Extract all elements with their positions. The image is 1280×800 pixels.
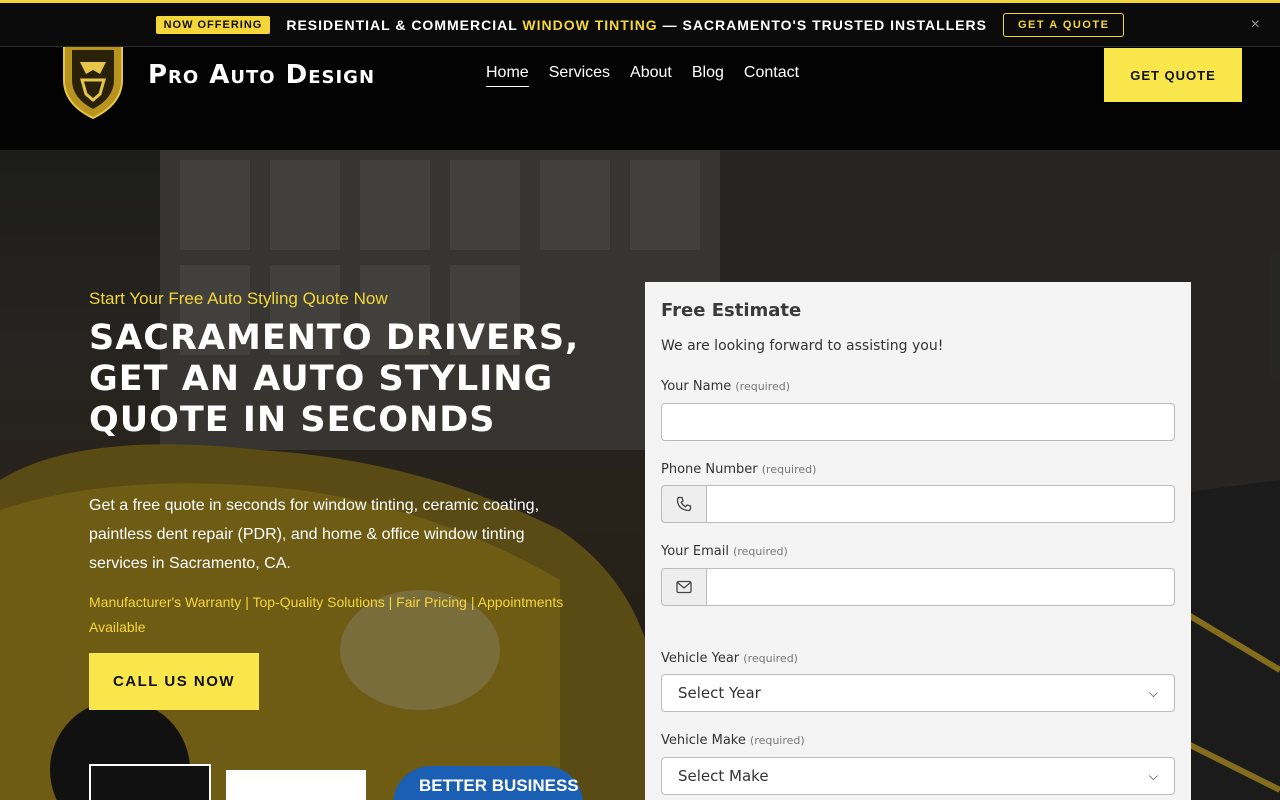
chevron-down-icon: ⌵	[1148, 768, 1158, 783]
form-subtitle: We are looking forward to assisting you!	[661, 338, 944, 354]
hero-perks: Manufacturer's Warranty | Top-Quality So…	[89, 594, 564, 635]
year-label-text: Vehicle Year	[661, 651, 740, 666]
required-tag: (required)	[743, 652, 798, 665]
form-title: Free Estimate	[661, 300, 802, 321]
nav-about[interactable]: About	[630, 64, 672, 87]
bbb-badge: BETTER BUSINESS	[393, 766, 583, 800]
logo-shield-icon[interactable]	[60, 40, 126, 120]
year-label: Vehicle Year (required)	[661, 651, 798, 666]
announcement-bar: NOW OFFERING RESIDENTIAL & COMMERCIAL WI…	[0, 0, 1280, 47]
nav-home[interactable]: Home	[486, 64, 529, 87]
vehicle-year-value: Select Year	[678, 684, 761, 702]
phone-addon	[661, 485, 707, 523]
announcement-text-after: — SACRAMENTO'S TRUSTED INSTALLERS	[657, 16, 987, 33]
phone-icon	[676, 496, 692, 512]
hero-headline: SACRAMENTO DRIVERS, GET AN AUTO STYLING …	[89, 318, 580, 440]
email-addon	[661, 568, 707, 606]
announcement-text: RESIDENTIAL & COMMERCIAL WINDOW TINTING …	[286, 17, 987, 33]
vehicle-year-select[interactable]: Select Year ⌵	[661, 674, 1175, 712]
vehicle-make-select[interactable]: Select Make ⌵	[661, 757, 1175, 795]
free-estimate-form: Free Estimate We are looking forward to …	[645, 282, 1191, 800]
required-tag: (required)	[733, 545, 788, 558]
name-input[interactable]	[661, 403, 1175, 441]
make-label-text: Vehicle Make	[661, 733, 746, 748]
make-label: Vehicle Make (required)	[661, 733, 805, 748]
phone-label: Phone Number (required)	[661, 462, 816, 477]
chevron-down-icon: ⌵	[1148, 685, 1158, 700]
google-reviews-badge	[226, 770, 366, 800]
required-tag: (required)	[735, 380, 791, 393]
announcement-quote-button[interactable]: GET A QUOTE	[1002, 12, 1125, 37]
call-us-button[interactable]: CALL US NOW	[89, 653, 259, 710]
nav-services[interactable]: Services	[549, 64, 610, 87]
announcement-text-before: RESIDENTIAL & COMMERCIAL	[286, 16, 523, 33]
close-icon[interactable]: ×	[1251, 16, 1260, 34]
hero-eyebrow: Start Your Free Auto Styling Quote Now	[89, 289, 388, 308]
email-label: Your Email (required)	[661, 544, 788, 559]
hero-subtext: Get a free quote in seconds for window t…	[89, 497, 540, 572]
email-label-text: Your Email	[661, 544, 729, 559]
required-tag: (required)	[761, 463, 817, 476]
name-label: Your Name (required)	[661, 379, 790, 394]
main-nav: Home Services About Blog Contact	[486, 64, 799, 87]
email-input[interactable]	[706, 568, 1175, 606]
envelope-icon	[676, 580, 692, 594]
required-tag: (required)	[750, 734, 805, 747]
get-quote-button[interactable]: GET QUOTE	[1104, 48, 1242, 102]
brand-name[interactable]: Pro Auto Design	[148, 60, 375, 90]
nav-blog[interactable]: Blog	[692, 64, 724, 87]
nav-contact[interactable]: Contact	[744, 64, 799, 87]
phone-input[interactable]	[706, 485, 1175, 523]
now-offering-badge: NOW OFFERING	[155, 15, 271, 34]
phone-label-text: Phone Number	[661, 462, 758, 477]
name-label-text: Your Name	[661, 379, 732, 394]
vehicle-make-value: Select Make	[678, 767, 769, 785]
announcement-highlight: WINDOW TINTING	[522, 16, 658, 33]
best-of-award-badge	[89, 764, 211, 800]
